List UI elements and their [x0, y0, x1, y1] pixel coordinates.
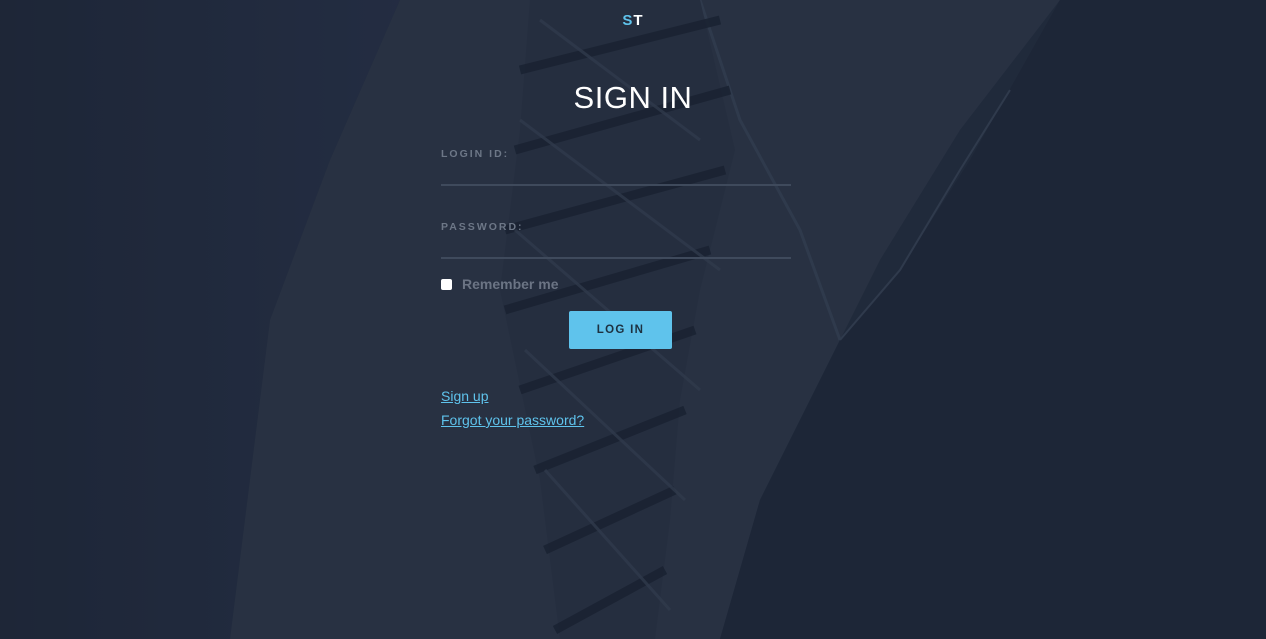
login-id-field[interactable]: LOGIN ID:: [441, 148, 791, 186]
forgot-password-link[interactable]: Forgot your password?: [441, 412, 584, 428]
password-label: PASSWORD:: [441, 221, 524, 233]
sign-up-link[interactable]: Sign up: [441, 388, 488, 404]
remember-me-checkbox[interactable]: [441, 278, 452, 290]
page-title: SIGN IN: [573, 80, 693, 115]
login-button[interactable]: LOG IN: [569, 311, 672, 349]
logo-letter-t: T: [633, 12, 644, 29]
logo-letter-s: S: [622, 12, 634, 29]
remember-me-label[interactable]: Remember me: [462, 276, 559, 292]
login-id-label: LOGIN ID:: [441, 148, 510, 160]
password-input[interactable]: [441, 235, 791, 255]
remember-me-row[interactable]: Remember me: [441, 275, 559, 293]
password-field[interactable]: PASSWORD:: [441, 221, 791, 259]
login-id-input[interactable]: [441, 162, 791, 182]
brand-logo[interactable]: ST: [0, 12, 1266, 29]
